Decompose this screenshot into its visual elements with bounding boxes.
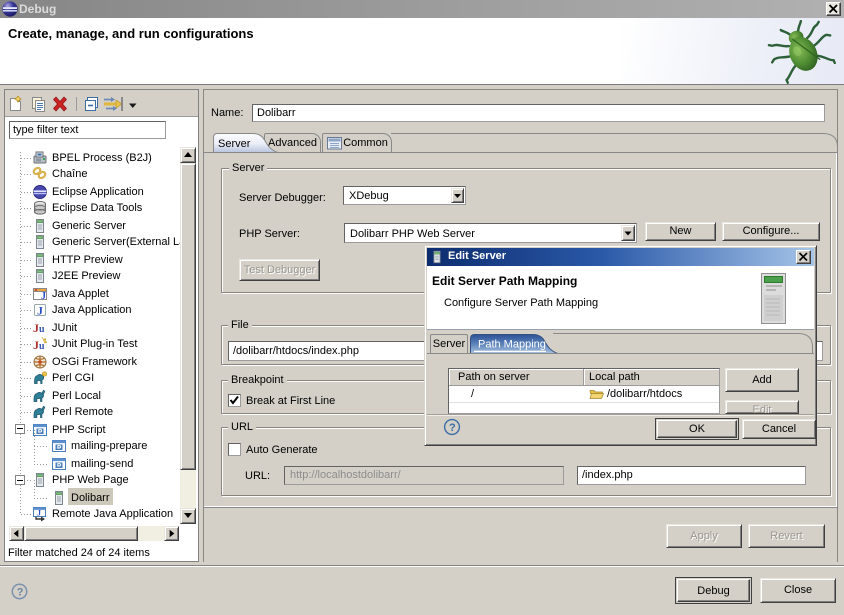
svg-text:?: ? <box>17 587 24 599</box>
svg-text:J: J <box>41 291 46 302</box>
svg-text:u: u <box>39 324 45 335</box>
svg-text:J: J <box>37 304 43 318</box>
svg-text:?: ? <box>449 422 456 434</box>
svg-text:Path Mapping: Path Mapping <box>478 339 546 351</box>
svg-text:Server: Server <box>218 138 251 150</box>
svg-text:J: J <box>37 509 41 518</box>
